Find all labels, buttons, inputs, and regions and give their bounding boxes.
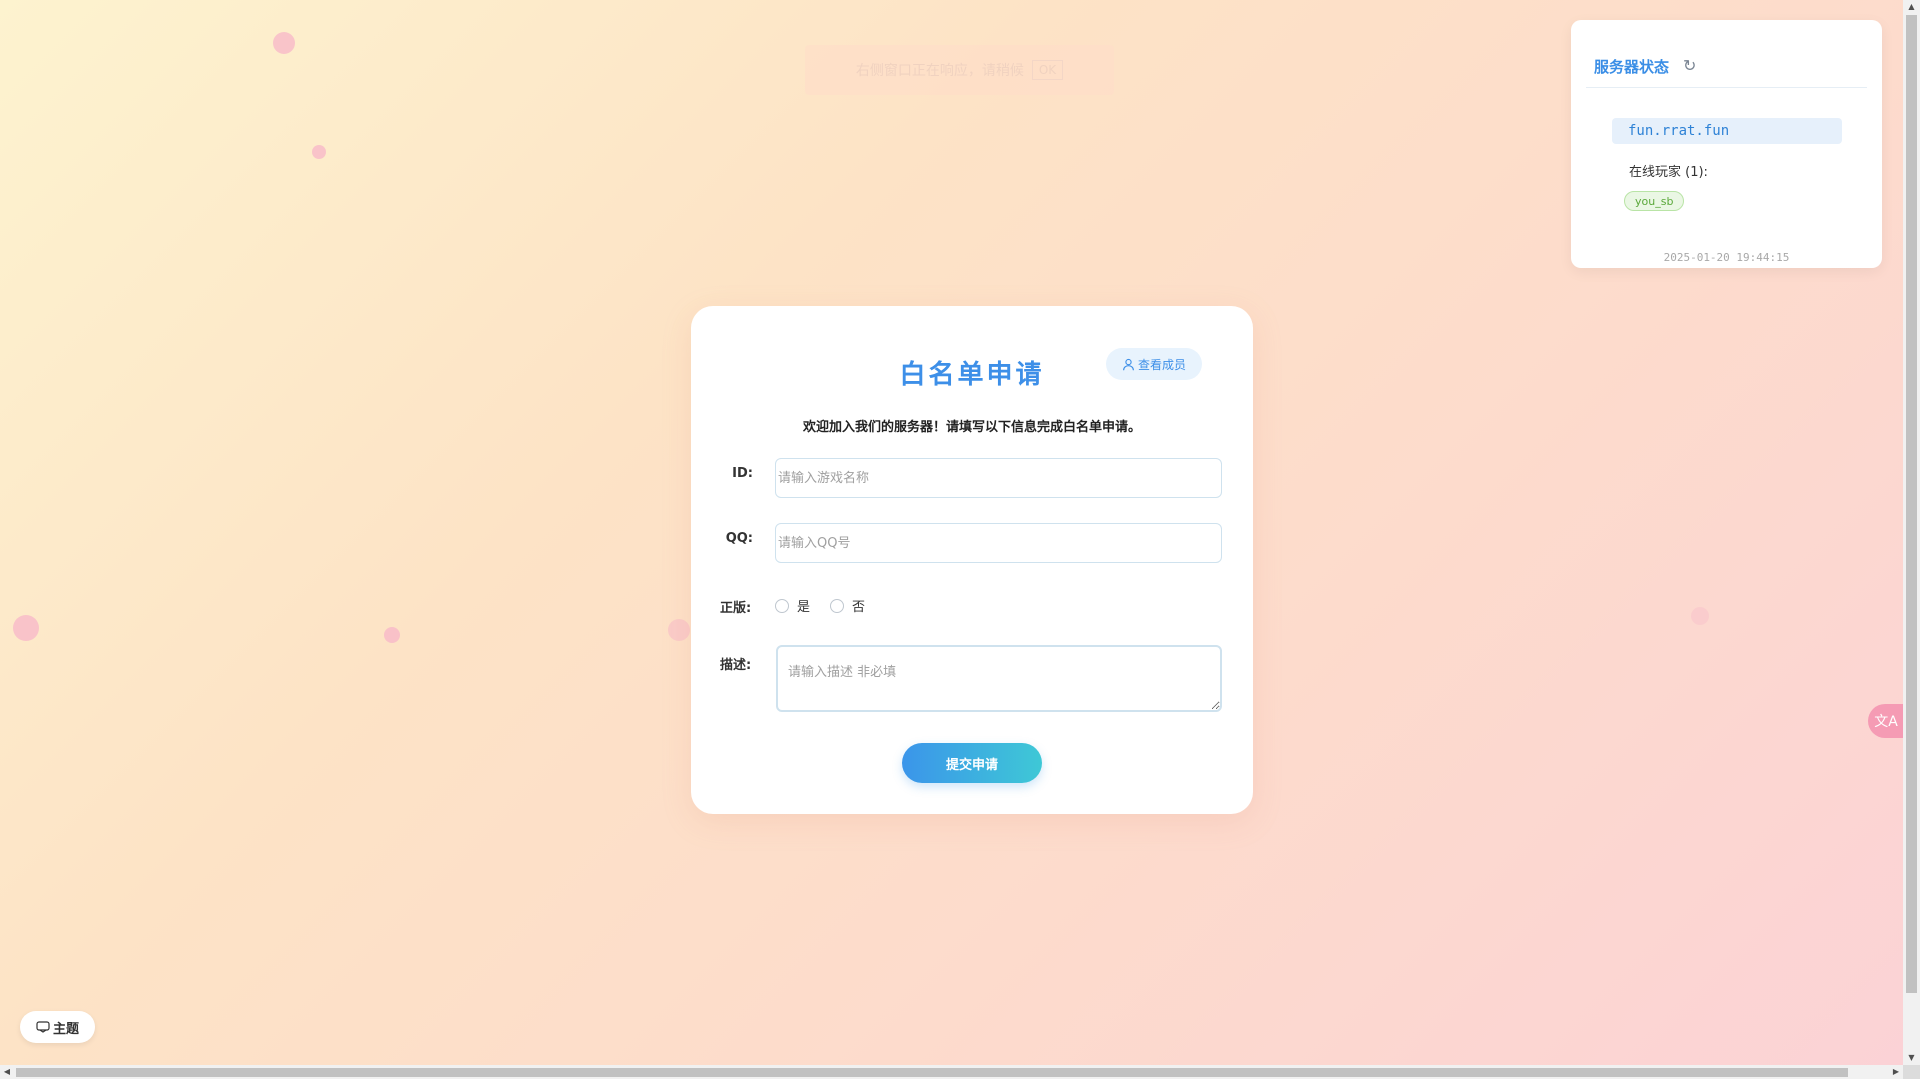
online-players-label: 在线玩家 (1): [1629, 165, 1708, 180]
scrollbar-corner [1903, 1065, 1920, 1079]
vertical-scroll-thumb[interactable] [1906, 15, 1917, 993]
scroll-right-arrow[interactable]: ▶ [1889, 1065, 1903, 1079]
description-textarea[interactable] [776, 645, 1222, 712]
server-status-header: 服务器状态 ↻ [1586, 38, 1867, 88]
id-label: ID: [732, 466, 753, 481]
toast-ok-button[interactable]: OK [1031, 60, 1064, 80]
genuine-yes-label: 是 [797, 600, 811, 615]
genuine-no-label: 否 [852, 600, 866, 615]
refresh-icon[interactable]: ↻ [1683, 38, 1696, 75]
radio-circle[interactable] [775, 598, 789, 613]
description-label: 描述: [720, 658, 752, 673]
petal-decoration [13, 615, 39, 641]
radio-circle[interactable] [830, 598, 845, 613]
genuine-no-radio[interactable]: 否 [830, 596, 865, 615]
palette-icon [36, 1021, 50, 1033]
submit-button[interactable]: 提交申请 [902, 743, 1042, 783]
petal-decoration [312, 145, 326, 159]
petal-decoration [668, 619, 690, 641]
petal-decoration [1691, 607, 1709, 625]
scroll-left-arrow[interactable]: ◀ [0, 1065, 14, 1079]
server-address: fun.rrat.fun [1612, 118, 1842, 144]
petal-decoration [384, 627, 400, 643]
genuine-yes-radio[interactable]: 是 [775, 596, 810, 615]
scroll-up-arrow[interactable]: ▲ [1903, 0, 1920, 14]
qq-input[interactable] [775, 523, 1222, 563]
scroll-down-arrow[interactable]: ▼ [1903, 1051, 1920, 1065]
id-input[interactable] [775, 458, 1222, 498]
notification-toast: 右侧窗口正在响应，请稍候 OK [805, 45, 1114, 95]
toast-text: 右侧窗口正在响应，请稍候 [855, 63, 1024, 79]
vertical-scrollbar[interactable]: ▲ ▼ [1903, 0, 1920, 1065]
view-members-button[interactable]: 查看成员 [1106, 348, 1202, 380]
horizontal-scrollbar[interactable]: ◀ ▶ [0, 1065, 1903, 1079]
genuine-label: 正版: [720, 601, 752, 616]
genuine-radio-group: 是 否 [775, 596, 879, 615]
server-status-title: 服务器状态 [1594, 58, 1670, 76]
translate-button[interactable]: 文A [1868, 704, 1904, 738]
view-members-label: 查看成员 [1137, 357, 1186, 372]
qq-label: QQ: [725, 531, 753, 546]
server-status-card: 服务器状态 ↻ fun.rrat.fun 在线玩家 (1): you_sb 20… [1571, 20, 1882, 268]
user-icon [1123, 358, 1134, 370]
theme-button-label: 主题 [52, 1021, 79, 1037]
whitelist-form-card: 白名单申请 查看成员 欢迎加入我们的服务器！请填写以下信息完成白名单申请。 ID… [691, 306, 1253, 814]
player-tag: you_sb [1624, 191, 1685, 211]
horizontal-scroll-thumb[interactable] [16, 1068, 1848, 1077]
petal-decoration [273, 32, 295, 54]
welcome-text: 欢迎加入我们的服务器！请填写以下信息完成白名单申请。 [802, 420, 1141, 435]
status-timestamp: 2025-01-20 19:44:15 [1663, 251, 1790, 264]
translate-icon: 文A [1874, 714, 1898, 730]
theme-button[interactable]: 主题 [20, 1011, 95, 1043]
